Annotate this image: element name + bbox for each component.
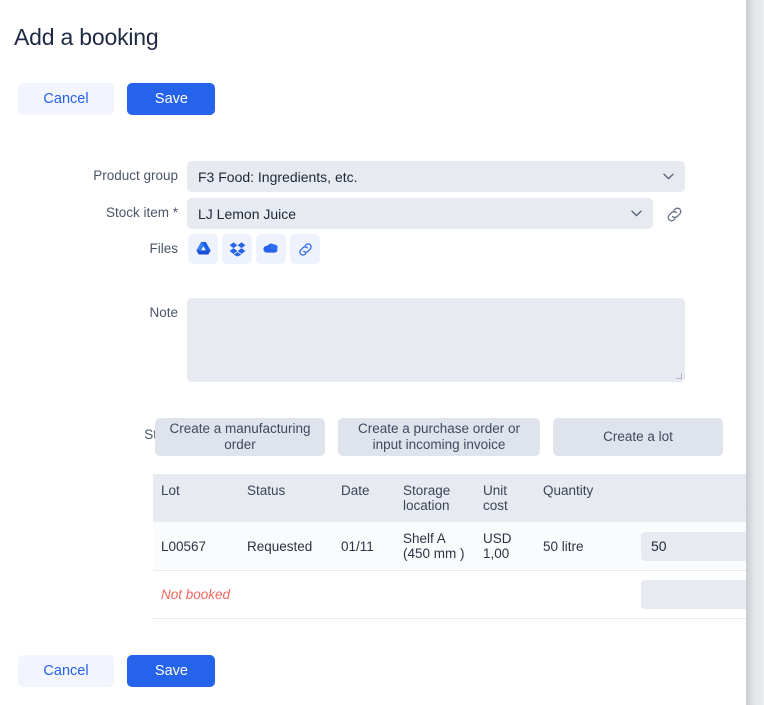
stock-item-link-icon[interactable] <box>662 202 686 226</box>
cell-quantity <box>535 571 633 619</box>
booking-panel: Add a booking Cancel Save Product group … <box>0 0 746 705</box>
table-row: L00567 Requested 01/11 Shelf A (450 mm )… <box>153 522 746 571</box>
save-button-top[interactable]: Save <box>127 83 215 115</box>
onedrive-icon[interactable] <box>256 234 286 264</box>
cell-quantity: 50 litre <box>535 522 633 571</box>
file-service-chips <box>188 234 320 264</box>
header-lot: Lot <box>153 474 239 522</box>
create-manufacturing-order-button[interactable]: Create a manufacturing order <box>155 418 325 456</box>
cell-status <box>239 571 333 619</box>
panel-right-edge <box>746 0 764 705</box>
chevron-down-icon <box>631 198 642 229</box>
stock-item-value: LJ Lemon Juice <box>198 206 296 222</box>
note-label: Note <box>28 305 178 320</box>
files-label: Files <box>28 241 178 256</box>
cell-date: 01/11 <box>333 522 395 571</box>
google-drive-icon[interactable] <box>188 234 218 264</box>
save-button-bottom[interactable]: Save <box>127 655 215 687</box>
cancel-button-top[interactable]: Cancel <box>18 83 114 115</box>
quantity-input[interactable] <box>641 532 746 561</box>
header-status: Status <box>239 474 333 522</box>
note-textarea[interactable] <box>187 298 685 382</box>
cell-quantity-input: litre <box>633 571 746 619</box>
top-action-bar: Cancel Save <box>18 83 215 115</box>
cell-storage-location: Shelf A (450 mm ) <box>395 522 475 571</box>
cell-status: Requested <box>239 522 333 571</box>
header-quantity-input <box>633 474 746 522</box>
chevron-down-icon <box>663 161 674 192</box>
cell-quantity-input: litre <box>633 522 746 571</box>
create-purchase-order-button[interactable]: Create a purchase order or input incomin… <box>338 418 540 456</box>
header-quantity: Quantity <box>535 474 633 522</box>
link-icon[interactable] <box>290 234 320 264</box>
header-storage-location: Storage location <box>395 474 475 522</box>
product-group-control: F3 Food: Ingredients, etc. <box>187 161 685 192</box>
lot-table-body: L00567 Requested 01/11 Shelf A (450 mm )… <box>153 522 746 619</box>
lot-table: Lot Status Date Storage location Unit co… <box>153 474 746 619</box>
quantity-input[interactable] <box>641 580 746 609</box>
create-lot-button[interactable]: Create a lot <box>553 418 723 456</box>
stock-item-label: Stock item * <box>28 205 178 220</box>
product-group-select[interactable]: F3 Food: Ingredients, etc. <box>187 161 685 192</box>
product-group-label: Product group <box>28 168 178 183</box>
files-control <box>188 234 320 264</box>
bottom-action-bar: Cancel Save <box>18 655 215 687</box>
note-control <box>187 298 685 382</box>
stock-action-buttons: Create a manufacturing order Create a pu… <box>155 418 723 456</box>
page-title: Add a booking <box>14 24 158 51</box>
cell-date <box>333 571 395 619</box>
resize-handle-icon[interactable] <box>675 372 683 380</box>
product-group-value: F3 Food: Ingredients, etc. <box>198 169 358 185</box>
cell-storage-location <box>395 571 475 619</box>
cancel-button-bottom[interactable]: Cancel <box>18 655 114 687</box>
lot-table-head: Lot Status Date Storage location Unit co… <box>153 474 746 522</box>
cell-unit-cost: USD 1,00 <box>475 522 535 571</box>
stock-item-select[interactable]: LJ Lemon Juice <box>187 198 653 229</box>
header-date: Date <box>333 474 395 522</box>
lot-table-header-row: Lot Status Date Storage location Unit co… <box>153 474 746 522</box>
cell-unit-cost <box>475 571 535 619</box>
cell-not-booked-status: Not booked <box>153 571 239 619</box>
header-unit-cost: Unit cost <box>475 474 535 522</box>
cell-lot: L00567 <box>153 522 239 571</box>
stock-item-control: LJ Lemon Juice <box>187 198 653 229</box>
dropbox-icon[interactable] <box>222 234 252 264</box>
note-field-wrap <box>187 298 685 382</box>
table-row: Not booked litre <box>153 571 746 619</box>
